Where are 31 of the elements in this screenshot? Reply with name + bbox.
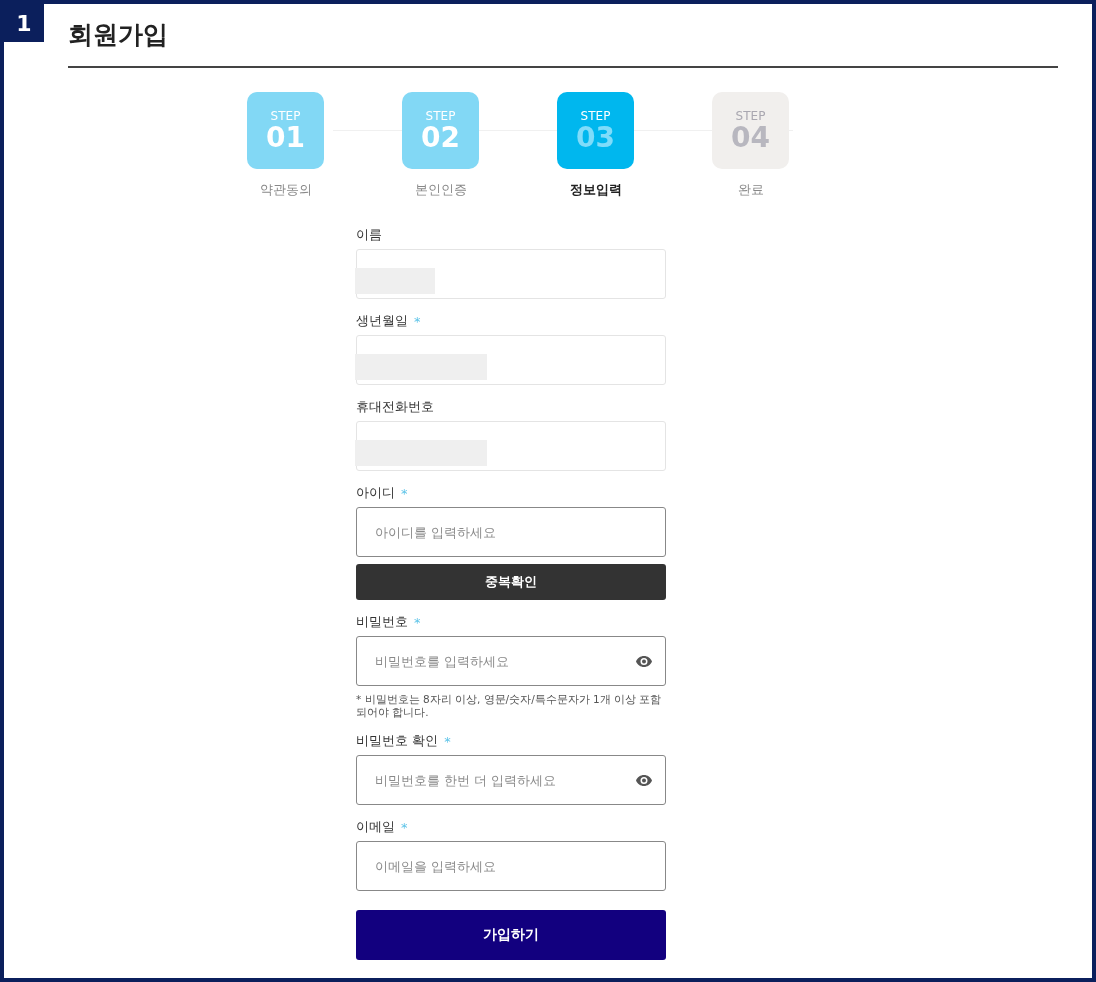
field-label: 비밀번호 확인 bbox=[356, 732, 439, 750]
number-badge: 1 bbox=[4, 4, 44, 42]
field-label: 아이디 bbox=[356, 484, 395, 502]
field-label: 이름 bbox=[356, 226, 382, 244]
step-tile: STEP 02 bbox=[402, 92, 479, 169]
password-hint: * 비밀번호는 8자리 이상, 영문/숫자/특수문자가 1개 이상 포함되어야 합니다. bbox=[356, 693, 663, 719]
step-label: 약관동의 bbox=[259, 181, 312, 199]
required-mark: * bbox=[401, 485, 408, 501]
field-label: 비밀번호 bbox=[356, 613, 408, 631]
field-label: 이메일 bbox=[356, 818, 395, 836]
required-mark: * bbox=[414, 614, 421, 630]
eye-icon[interactable] bbox=[636, 775, 652, 786]
duplicate-check-button[interactable]: 중복확인 bbox=[356, 564, 666, 600]
step-label: 본인인증 bbox=[414, 181, 467, 199]
input-field[interactable]: 아이디를 입력하세요 bbox=[356, 507, 666, 557]
step-tile: STEP 04 bbox=[712, 92, 789, 169]
required-mark: * bbox=[414, 313, 421, 329]
eye-icon[interactable] bbox=[636, 656, 652, 667]
step-tile: STEP 03 bbox=[557, 92, 634, 169]
step-label: 정보입력 bbox=[569, 181, 622, 199]
input-field[interactable]: 이메일을 입력하세요 bbox=[356, 841, 666, 891]
password-field[interactable]: 비밀번호를 입력하세요 bbox=[356, 636, 666, 686]
required-mark: * bbox=[401, 819, 408, 835]
page-title: 회원가입 bbox=[68, 19, 169, 51]
required-mark: * bbox=[444, 733, 451, 749]
step-tile: STEP 01 bbox=[247, 92, 324, 169]
signup-button[interactable]: 가입하기 bbox=[356, 910, 666, 960]
field-label: 생년월일 bbox=[356, 312, 408, 330]
password-field[interactable]: 비밀번호를 한번 더 입력하세요 bbox=[356, 755, 666, 805]
field-label: 휴대전화번호 bbox=[356, 398, 434, 416]
step-label: 완료 bbox=[737, 181, 764, 199]
